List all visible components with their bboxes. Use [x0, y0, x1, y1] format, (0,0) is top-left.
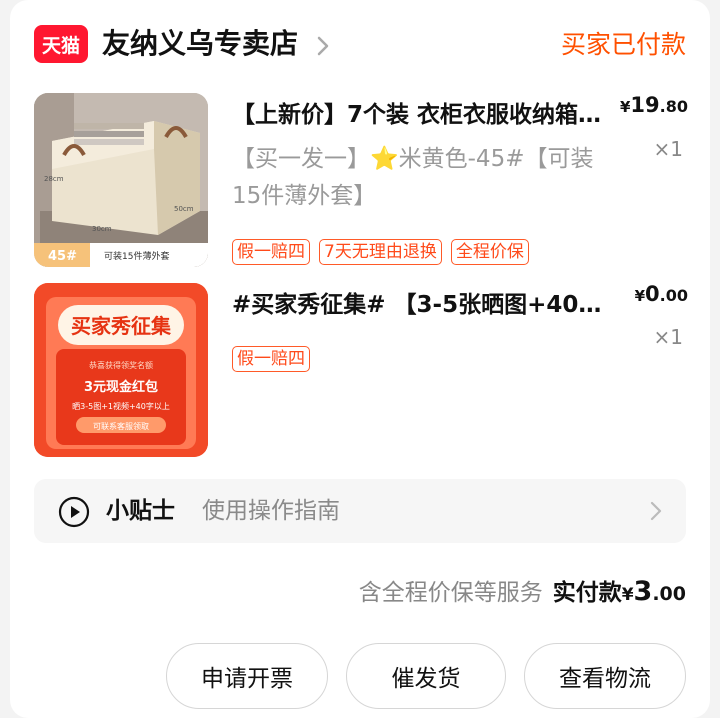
paid-amount-fraction: .00: [652, 583, 686, 605]
size-tag: 45#: [48, 249, 77, 264]
tips-text: 使用操作指南: [202, 498, 340, 524]
order-status: 买家已付款: [560, 30, 686, 59]
chevron-right-icon: [650, 501, 662, 521]
dimension-height: 28cm: [44, 175, 64, 183]
payment-summary: 含全程价保等服务 实付款 ¥ 3 .00: [359, 573, 686, 607]
image-caption: 可装15件薄外套: [104, 250, 169, 262]
promo-line-2: 3元现金红包: [84, 379, 158, 395]
buyer-show-promo-illustration: 买家秀征集 恭喜获得领奖名额 3元现金红包 晒3-5图+1视频+40字以上 可联…: [34, 283, 208, 457]
store-name[interactable]: 友纳义乌专卖店: [102, 24, 298, 64]
service-note: 含全程价保等服务: [358, 580, 543, 606]
service-tag: 全程价保: [450, 239, 529, 265]
price-currency: ¥: [634, 287, 646, 305]
price-currency: ¥: [619, 98, 631, 116]
promo-line-1: 恭喜获得领奖名额: [89, 360, 153, 370]
service-tag: 7天无理由退换: [319, 239, 442, 265]
storage-box-illustration: 28cm 30cm 50cm 45# 可装15件薄外套: [34, 93, 208, 267]
service-tags: 假一赔四: [232, 346, 310, 372]
order-card: 天猫 友纳义乌专卖店 买家已付款 28cm 30cm 50cm 45# 可装15…: [10, 0, 710, 718]
product-quantity: ×1: [653, 325, 683, 349]
product-title[interactable]: 【上新价】7个装 衣柜衣服收纳箱布艺可折叠储物筐: [232, 98, 610, 132]
paid-currency: ¥: [621, 585, 634, 605]
dimension-depth: 50cm: [174, 205, 194, 213]
product-sku: 【买一发一】⭐米黄色-45#【可装15件薄外套】: [232, 146, 594, 209]
product-title[interactable]: #买家秀征集# 【3-5张晒图+40字以上评价】: [232, 288, 610, 322]
service-tag: 假一赔四: [232, 346, 310, 372]
promo-button: 可联系客服领取: [93, 421, 149, 431]
product-price: ¥0.00: [635, 282, 688, 306]
request-invoice-button[interactable]: 申请开票: [166, 643, 328, 709]
paid-amount-integer: 3: [633, 576, 653, 607]
chevron-right-icon[interactable]: [316, 35, 330, 57]
product-quantity: ×1: [653, 137, 683, 161]
price-integer: 19: [630, 93, 660, 117]
paid-label: 实付款: [552, 580, 622, 606]
product-price: ¥19.80: [620, 93, 688, 117]
promo-line-3: 晒3-5图+1视频+40字以上: [72, 401, 170, 411]
product-image-buyer-show[interactable]: 买家秀征集 恭喜获得领奖名额 3元现金红包 晒3-5图+1视频+40字以上 可联…: [34, 283, 208, 457]
service-tag: 假一赔四: [232, 239, 310, 265]
urge-shipment-button[interactable]: 催发货: [346, 643, 506, 709]
promo-headline: 买家秀征集: [71, 314, 172, 338]
product-image-storage-box[interactable]: 28cm 30cm 50cm 45# 可装15件薄外套: [34, 93, 208, 267]
view-logistics-button[interactable]: 查看物流: [524, 643, 686, 709]
tips-title: 小贴士: [106, 498, 175, 524]
tips-bar[interactable]: 小贴士 使用操作指南: [34, 479, 686, 543]
price-integer: 0: [645, 282, 660, 306]
service-tags: 假一赔四 7天无理由退换 全程价保: [232, 239, 529, 265]
dimension-width: 30cm: [92, 225, 112, 233]
price-fraction: .00: [659, 286, 688, 305]
play-circle-icon: [58, 496, 90, 528]
tmall-logo: 天猫: [34, 25, 88, 63]
price-fraction: .80: [659, 97, 688, 116]
